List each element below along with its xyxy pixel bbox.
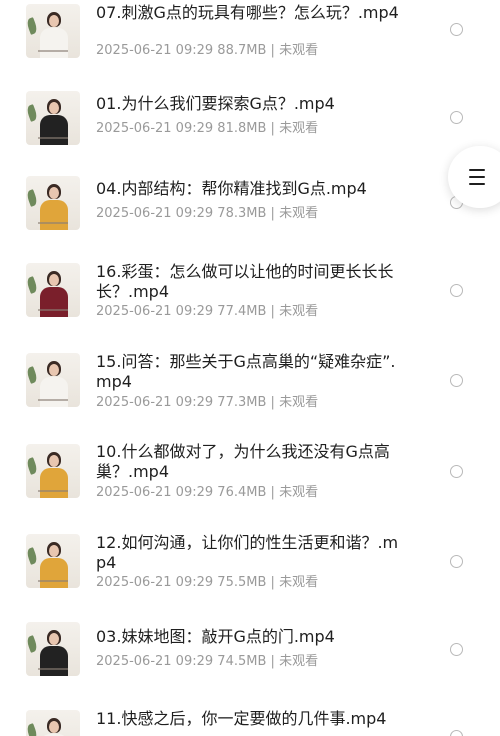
video-meta: 2025-06-21 09:29 75.5MB | 未观看 xyxy=(96,575,318,591)
video-title: 11.快感之后，你一定要做的几件事.mp4 xyxy=(96,709,387,728)
select-radio-button[interactable] xyxy=(450,465,463,478)
select-radio-button[interactable] xyxy=(450,730,463,736)
select-radio-button[interactable] xyxy=(450,643,463,656)
video-meta: 2025-06-21 09:29 76.4MB | 未观看 xyxy=(96,485,318,501)
hamburger-menu-icon xyxy=(469,169,485,171)
video-title: 03.妹妹地图：敲开G点的门.mp4 xyxy=(96,627,335,646)
watch-status: 未观看 xyxy=(279,121,319,136)
video-thumbnail[interactable] xyxy=(26,534,80,588)
meta-separator: | xyxy=(270,485,275,500)
video-thumbnail[interactable] xyxy=(26,263,80,317)
video-title: 12.如何沟通，让你们的性生活更和谐？.mp4 xyxy=(96,533,399,572)
video-size: 76.4MB xyxy=(217,485,267,500)
meta-separator: | xyxy=(270,575,275,590)
video-title: 16.彩蛋：怎么做可以让他的时间更长长长长？.mp4 xyxy=(96,262,394,301)
video-size: 81.8MB xyxy=(217,121,267,136)
video-title: 04.内部结构：帮你精准找到G点.mp4 xyxy=(96,179,367,198)
video-title: 10.什么都做对了，为什么我还没有G点高巢？.mp4 xyxy=(96,442,390,481)
video-meta: 2025-06-21 09:29 88.7MB | 未观看 xyxy=(96,43,318,59)
video-size: 78.3MB xyxy=(217,206,267,221)
video-thumbnail[interactable] xyxy=(26,91,80,145)
video-date: 2025-06-21 09:29 xyxy=(96,121,214,136)
watch-status: 未观看 xyxy=(279,304,319,319)
video-size: 75.5MB xyxy=(217,575,267,590)
select-radio-button[interactable] xyxy=(450,111,463,124)
video-date: 2025-06-21 09:29 xyxy=(96,395,214,410)
watch-status: 未观看 xyxy=(279,206,319,221)
watch-status: 未观看 xyxy=(279,575,319,590)
video-date: 2025-06-21 09:29 xyxy=(96,43,214,58)
select-radio-button[interactable] xyxy=(450,555,463,568)
hamburger-menu-icon xyxy=(469,183,485,185)
video-thumbnail[interactable] xyxy=(26,622,80,676)
video-thumbnail[interactable] xyxy=(26,176,80,230)
video-size: 77.3MB xyxy=(217,395,267,410)
watch-status: 未观看 xyxy=(279,654,319,669)
video-meta: 2025-06-21 09:29 81.8MB | 未观看 xyxy=(96,121,318,137)
video-size: 74.5MB xyxy=(217,654,267,669)
video-size: 88.7MB xyxy=(217,43,267,58)
video-date: 2025-06-21 09:29 xyxy=(96,485,214,500)
meta-separator: | xyxy=(270,395,275,410)
video-meta: 2025-06-21 09:29 77.3MB | 未观看 xyxy=(96,395,318,411)
meta-separator: | xyxy=(270,121,275,136)
video-size: 77.4MB xyxy=(217,304,267,319)
video-thumbnail[interactable] xyxy=(26,4,80,58)
select-radio-button[interactable] xyxy=(450,23,463,36)
watch-status: 未观看 xyxy=(279,43,319,58)
video-title: 07.刺激G点的玩具有哪些？怎么玩？.mp4 xyxy=(96,3,399,22)
hamburger-menu-icon xyxy=(469,176,485,178)
video-thumbnail[interactable] xyxy=(26,444,80,498)
select-radio-button[interactable] xyxy=(450,284,463,297)
video-meta: 2025-06-21 09:29 78.3MB | 未观看 xyxy=(96,206,318,222)
video-date: 2025-06-21 09:29 xyxy=(96,206,214,221)
video-thumbnail[interactable] xyxy=(26,353,80,407)
meta-separator: | xyxy=(270,43,275,58)
video-meta: 2025-06-21 09:29 74.5MB | 未观看 xyxy=(96,654,318,670)
video-meta: 2025-06-21 09:29 77.4MB | 未观看 xyxy=(96,304,318,320)
watch-status: 未观看 xyxy=(279,485,319,500)
watch-status: 未观看 xyxy=(279,395,319,410)
select-radio-button[interactable] xyxy=(450,374,463,387)
meta-separator: | xyxy=(270,304,275,319)
video-date: 2025-06-21 09:29 xyxy=(96,575,214,590)
meta-separator: | xyxy=(270,206,275,221)
meta-separator: | xyxy=(270,654,275,669)
video-title: 15.问答：那些关于G点高巢的“疑难杂症”.mp4 xyxy=(96,352,396,391)
video-date: 2025-06-21 09:29 xyxy=(96,654,214,669)
video-title: 01.为什么我们要探索G点？.mp4 xyxy=(96,94,335,113)
video-thumbnail[interactable] xyxy=(26,710,80,736)
video-file-list: 07.刺激G点的玩具有哪些？怎么玩？.mp4 2025-06-21 09:29 8… xyxy=(0,0,500,736)
video-date: 2025-06-21 09:29 xyxy=(96,304,214,319)
